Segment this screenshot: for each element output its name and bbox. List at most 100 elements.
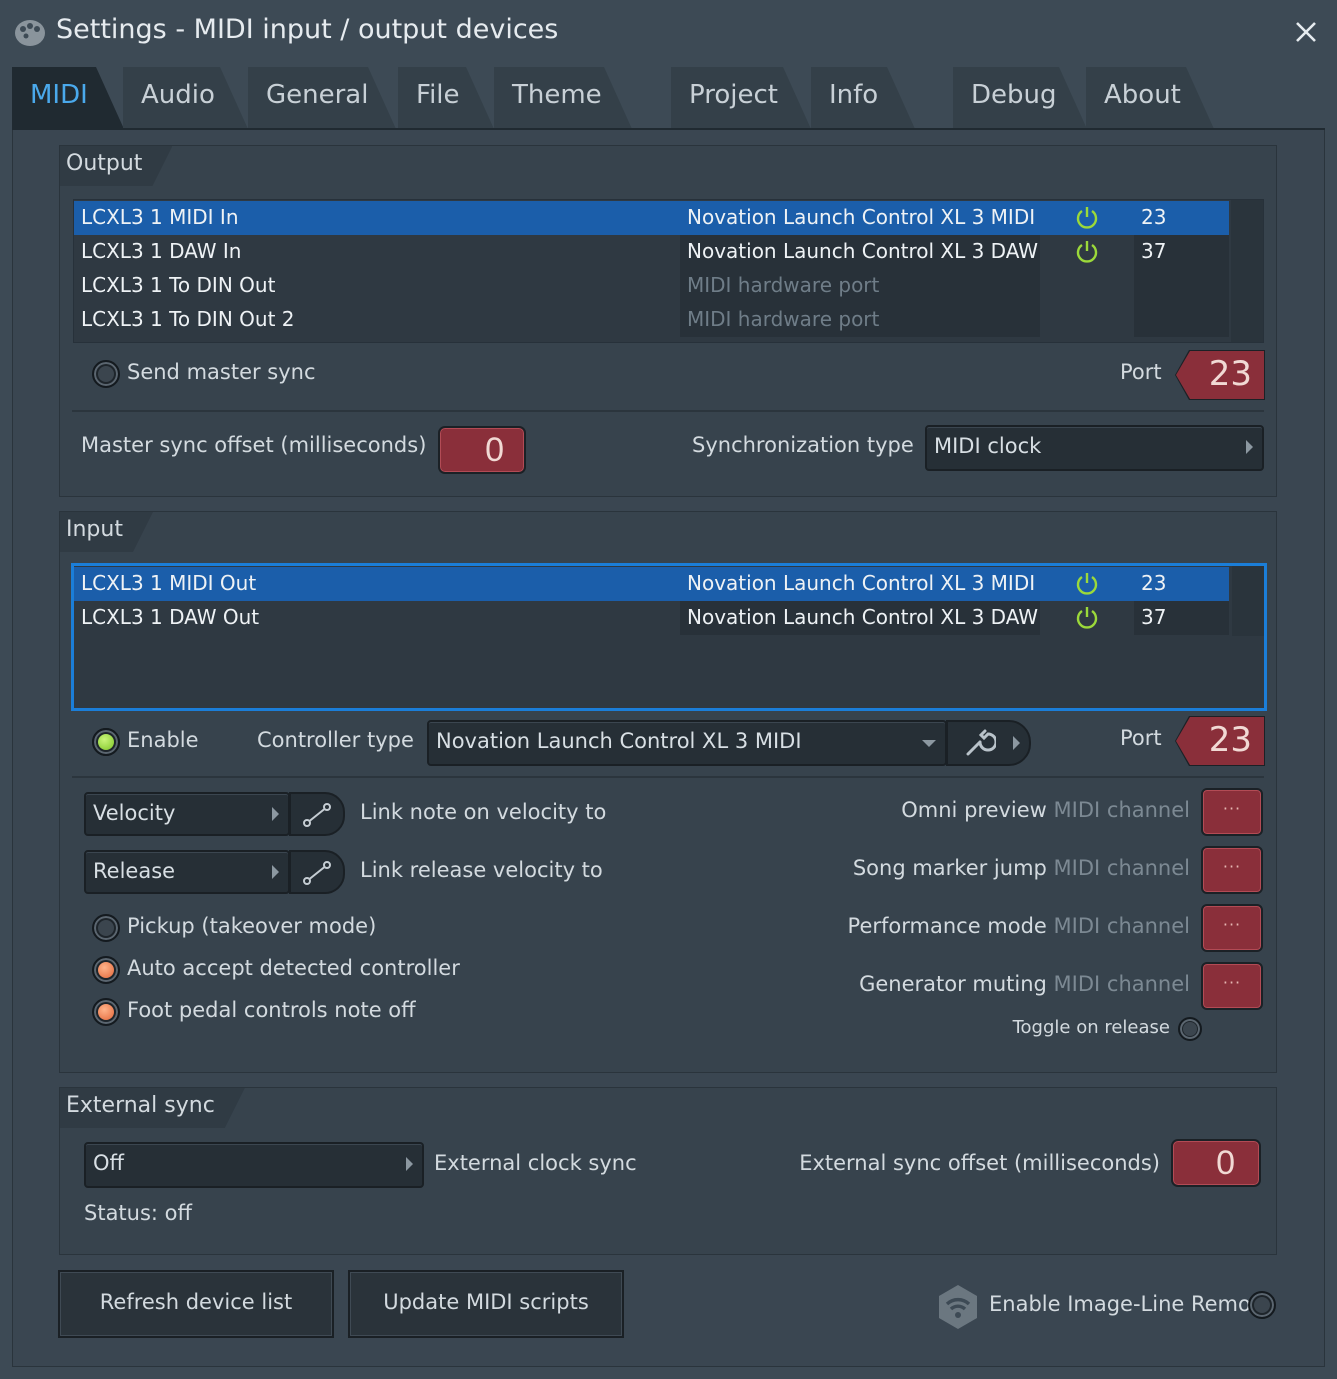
tab-label: Debug: [971, 80, 1057, 110]
close-button[interactable]: [1288, 14, 1324, 50]
chevron-right-icon: [272, 865, 279, 879]
device-description: Novation Launch Control XL 3 MIDI: [680, 567, 1040, 601]
input-device-row[interactable]: LCXL3 1 MIDI Out Novation Launch Control…: [74, 567, 1229, 601]
generator-muting-channel-field[interactable]: ···: [1201, 962, 1263, 1010]
enable-remote-radio[interactable]: [1248, 1291, 1276, 1319]
channel-suffix: MIDI channel: [1053, 972, 1190, 996]
output-device-row[interactable]: LCXL3 1 MIDI In Novation Launch Control …: [74, 201, 1229, 235]
tab-label: MIDI: [30, 80, 88, 110]
channel-name: Performance mode: [847, 914, 1047, 938]
device-port: 37: [1134, 601, 1229, 635]
generator-muting-label: Generator muting MIDI channel: [859, 972, 1190, 996]
pickup-label: Pickup (takeover mode): [127, 914, 377, 938]
link-release-button[interactable]: [289, 850, 345, 894]
section-divider: [72, 410, 1264, 412]
chevron-down-icon: [922, 740, 936, 747]
controller-settings-button[interactable]: [946, 720, 1031, 766]
power-icon: [1076, 573, 1098, 595]
controller-type-dropdown[interactable]: Novation Launch Control XL 3 MIDI: [427, 720, 947, 766]
toggle-on-release-label: Toggle on release: [1012, 1017, 1170, 1038]
velocity-dropdown[interactable]: Velocity: [84, 792, 290, 836]
list-scrollbar[interactable]: [1231, 200, 1263, 342]
list-scrollbar[interactable]: [1232, 566, 1264, 636]
tab-underline: [12, 128, 1325, 130]
performance-mode-label: Performance mode MIDI channel: [848, 914, 1190, 938]
tab-general[interactable]: General: [248, 67, 396, 129]
external-sync-title: External sync: [60, 1088, 245, 1128]
output-device-row[interactable]: LCXL3 1 DAW In Novation Launch Control X…: [74, 235, 1229, 269]
auto-accept-radio[interactable]: [92, 956, 120, 984]
device-power-toggle[interactable]: [1040, 235, 1134, 269]
device-power-toggle[interactable]: [1040, 601, 1134, 635]
external-sync-offset-label: External sync offset (milliseconds): [799, 1151, 1160, 1175]
device-power-toggle[interactable]: [1040, 303, 1134, 337]
device-description: MIDI hardware port: [680, 269, 1040, 303]
tab-debug[interactable]: Debug: [953, 67, 1087, 129]
tab-label: Theme: [512, 80, 602, 110]
performance-mode-channel-field[interactable]: ···: [1201, 904, 1263, 952]
device-power-toggle[interactable]: [1040, 269, 1134, 303]
tab-project[interactable]: Project: [671, 67, 811, 129]
master-sync-offset-label: Master sync offset (milliseconds): [81, 433, 427, 457]
input-section: Input LCXL3 1 MIDI Out Novation Launch C…: [59, 511, 1277, 1073]
device-port: 37: [1134, 235, 1229, 269]
refresh-device-list-button[interactable]: Refresh device list: [58, 1270, 334, 1338]
chevron-right-icon: [1246, 440, 1253, 454]
input-device-list[interactable]: LCXL3 1 MIDI Out Novation Launch Control…: [71, 563, 1267, 711]
output-device-list[interactable]: LCXL3 1 MIDI In Novation Launch Control …: [73, 199, 1264, 343]
tab-file[interactable]: File: [398, 67, 494, 129]
tab-label: Project: [689, 80, 778, 110]
toggle-on-release-radio[interactable]: [1178, 1017, 1202, 1041]
channel-suffix: MIDI channel: [1053, 798, 1190, 822]
external-clock-dropdown[interactable]: Off: [84, 1142, 424, 1188]
channel-name: Song marker jump: [852, 856, 1047, 880]
remote-wifi-icon: [939, 1285, 977, 1329]
update-midi-scripts-button[interactable]: Update MIDI scripts: [348, 1270, 624, 1338]
tab-label: Info: [829, 80, 879, 110]
device-power-toggle[interactable]: [1040, 201, 1134, 235]
output-device-row[interactable]: LCXL3 1 To DIN Out 2 MIDI hardware port: [74, 303, 1229, 337]
external-clock-value: Off: [93, 1151, 124, 1175]
power-icon: [1076, 241, 1098, 263]
send-master-sync-label: Send master sync: [127, 360, 316, 384]
sync-type-dropdown[interactable]: MIDI clock: [925, 425, 1264, 471]
omni-preview-channel-field[interactable]: ···: [1201, 788, 1263, 836]
section-divider: [72, 776, 1264, 778]
output-device-row[interactable]: LCXL3 1 To DIN Out MIDI hardware port: [74, 269, 1229, 303]
tab-label: Audio: [141, 80, 215, 110]
device-description: Novation Launch Control XL 3 MIDI: [680, 201, 1040, 235]
song-marker-jump-channel-field[interactable]: ···: [1201, 846, 1263, 894]
input-section-title: Input: [60, 512, 153, 552]
external-sync-section: External sync Off External clock sync Ex…: [59, 1087, 1277, 1255]
output-port-field[interactable]: 23: [1176, 351, 1264, 399]
enable-led-on[interactable]: [92, 728, 120, 756]
close-icon: [1296, 22, 1316, 42]
external-sync-offset-field[interactable]: 0: [1171, 1139, 1261, 1187]
auto-accept-label: Auto accept detected controller: [127, 956, 460, 980]
device-port: [1134, 303, 1229, 337]
input-port-field[interactable]: 23: [1176, 717, 1264, 765]
release-dropdown[interactable]: Release: [84, 850, 290, 894]
tab-about[interactable]: About: [1086, 67, 1214, 129]
channel-suffix: MIDI channel: [1053, 856, 1190, 880]
pickup-radio[interactable]: [92, 914, 120, 942]
tab-label: About: [1104, 80, 1181, 110]
send-master-sync-radio[interactable]: [92, 360, 120, 388]
tab-audio[interactable]: Audio: [123, 67, 248, 129]
tab-theme[interactable]: Theme: [494, 67, 632, 129]
tab-label: General: [266, 80, 369, 110]
input-device-row[interactable]: LCXL3 1 DAW Out Novation Launch Control …: [74, 601, 1229, 635]
link-velocity-button[interactable]: [289, 792, 345, 836]
device-power-toggle[interactable]: [1040, 567, 1134, 601]
power-icon: [1076, 207, 1098, 229]
device-name: LCXL3 1 To DIN Out 2: [81, 307, 295, 331]
master-sync-offset-field[interactable]: 0: [438, 426, 526, 474]
foot-pedal-radio[interactable]: [92, 998, 120, 1026]
chevron-right-icon: [1013, 736, 1020, 750]
sync-type-label: Synchronization type: [692, 433, 914, 457]
omni-preview-label: Omni preview MIDI channel: [901, 798, 1190, 822]
enable-remote-label: Enable Image-Line Remote: [989, 1292, 1273, 1316]
chevron-right-icon: [406, 1157, 413, 1171]
tab-info[interactable]: Info: [811, 67, 915, 129]
tab-midi[interactable]: MIDI: [12, 67, 124, 129]
